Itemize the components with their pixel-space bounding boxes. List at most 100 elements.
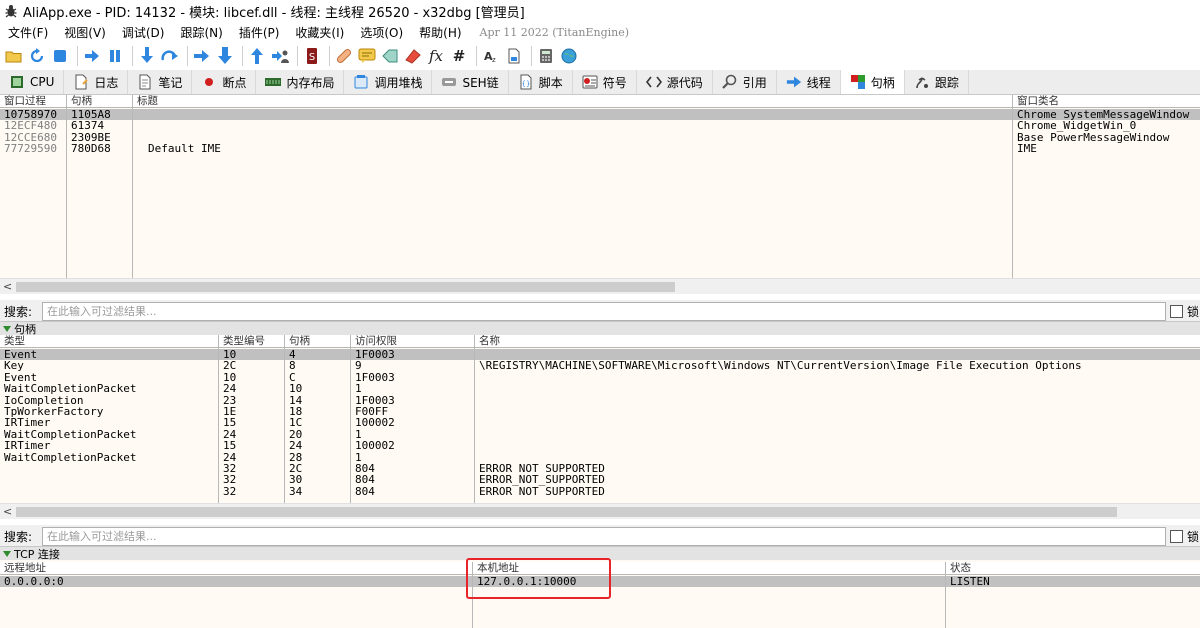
table-row[interactable]: IRTimer 15 1C 100002 xyxy=(0,417,1200,428)
collapse-arrow-icon[interactable] xyxy=(3,325,11,332)
menu-trace[interactable]: 跟踪(N) xyxy=(172,24,230,41)
cell-access: 1F0003 xyxy=(355,371,395,384)
table-row[interactable]: TpWorkerFactory 1E 18 F00FF xyxy=(0,406,1200,417)
step-into-icon[interactable] xyxy=(137,46,157,66)
table-row[interactable]: Key 2C 8 9 \REGISTRY\MACHINE\SOFTWARE\Micros… xyxy=(0,360,1200,371)
column-header-handle[interactable]: 句柄 xyxy=(285,335,351,348)
tab-log[interactable]: 日志 xyxy=(64,70,129,94)
cell-name xyxy=(475,406,1200,417)
table-row[interactable]: 32 2C 804 ERROR_NOT_SUPPORTED xyxy=(0,463,1200,474)
column-header-state[interactable]: 状态 xyxy=(946,562,1200,575)
comment-icon[interactable] xyxy=(357,46,377,66)
cell-type: IoCompletion xyxy=(4,394,84,406)
search-input-handles[interactable]: 在此输入可过滤结果... xyxy=(42,526,1166,546)
table-row[interactable]: 12ECF480 61374 Chrome_WidgetWin_0 xyxy=(0,120,1200,131)
trace-over-icon[interactable] xyxy=(215,46,235,66)
column-header-handle[interactable]: 句柄 xyxy=(67,95,133,108)
column-header-name[interactable]: 名称 xyxy=(475,335,1200,348)
menu-favourites[interactable]: 收藏夹(I) xyxy=(287,24,352,41)
table-row[interactable]: WaitCompletionPacket 24 28 1 xyxy=(0,452,1200,463)
column-header-remote-address[interactable]: 远程地址 xyxy=(0,562,473,575)
lock-checkbox[interactable] xyxy=(1170,304,1183,318)
execute-till-return-icon[interactable] xyxy=(247,46,267,66)
seh-icon xyxy=(441,74,457,90)
cell-handle: 10 xyxy=(289,383,303,395)
tab-threads[interactable]: 线程 xyxy=(777,70,841,94)
tab-label: 日志 xyxy=(94,75,119,90)
hash-icon[interactable]: # xyxy=(449,46,469,66)
trace-into-icon[interactable] xyxy=(192,46,212,66)
column-header-access[interactable]: 访问权限 xyxy=(351,335,475,348)
table-row[interactable]: 77729590 780D68 Default IME IME xyxy=(0,143,1200,154)
pause-icon[interactable] xyxy=(105,46,125,66)
tab-seh-chain[interactable]: SEH链 xyxy=(432,70,509,94)
table-row[interactable]: IoCompletion 23 14 1F0003 xyxy=(0,395,1200,406)
handles-table-scrollbar[interactable]: < xyxy=(0,503,1200,519)
tab-cpu[interactable]: CPU xyxy=(0,70,65,94)
function-icon[interactable]: fx xyxy=(426,46,446,66)
table-row[interactable]: 32 34 804 ERROR_NOT_SUPPORTED xyxy=(0,486,1200,497)
table-row[interactable]: Event 10 4 1F0003 xyxy=(0,349,1200,361)
tab-source[interactable]: 源代码 xyxy=(637,70,713,94)
cell-handle: 20 xyxy=(289,428,303,441)
menu-file[interactable]: 文件(F) xyxy=(0,24,56,41)
cell-type: Key xyxy=(4,360,24,372)
cell-type-number: 32 xyxy=(223,474,237,486)
tab-breakpoints[interactable]: 断点 xyxy=(192,70,257,94)
tab-trace[interactable]: 跟踪 xyxy=(905,70,969,94)
scroll-left-icon[interactable]: < xyxy=(3,280,12,293)
table-row[interactable]: WaitCompletionPacket 24 20 1 xyxy=(0,429,1200,440)
font-icon[interactable]: Az xyxy=(481,46,501,66)
menu-plugins[interactable]: 插件(P) xyxy=(231,24,288,41)
toolbar-separator xyxy=(531,46,532,66)
handles-section-title[interactable]: 句柄 xyxy=(0,321,1200,336)
column-header-window-proc[interactable]: 窗口过程 xyxy=(0,95,67,108)
menu-help[interactable]: 帮助(H) xyxy=(411,24,469,41)
search-input-windows[interactable]: 在此输入可过滤结果... xyxy=(42,301,1166,321)
column-header-type[interactable]: 类型 xyxy=(0,335,219,348)
tab-call-stack[interactable]: 调用堆栈 xyxy=(344,70,433,94)
column-header-title[interactable]: 标题 xyxy=(133,95,1013,108)
scrollbar-thumb[interactable] xyxy=(16,507,1117,517)
handles-icon xyxy=(850,74,866,90)
label-icon[interactable] xyxy=(380,46,400,66)
run-to-user-code-icon[interactable] xyxy=(270,46,290,66)
calculator-icon[interactable] xyxy=(536,46,556,66)
file-icon[interactable] xyxy=(504,46,524,66)
open-icon[interactable] xyxy=(4,46,24,66)
table-row[interactable]: 32 30 804 ERROR_NOT_SUPPORTED xyxy=(0,474,1200,485)
tab-handles[interactable]: 句柄 xyxy=(840,70,905,94)
windows-table-scrollbar[interactable]: < xyxy=(0,278,1200,294)
table-row[interactable]: 12CCE680 2309BE Base_PowerMessageWindow xyxy=(0,132,1200,143)
table-row[interactable]: WaitCompletionPacket 24 10 1 xyxy=(0,383,1200,394)
tab-script[interactable]: {} 脚本 xyxy=(509,70,573,94)
lock-label: 锁 xyxy=(1187,529,1200,544)
tab-memory-map[interactable]: 内存布局 xyxy=(256,70,345,94)
tab-symbols[interactable]: 符号 xyxy=(573,70,637,94)
collapse-arrow-icon[interactable] xyxy=(3,550,11,557)
table-row[interactable]: IRTimer 15 24 100002 xyxy=(0,440,1200,451)
stop-icon[interactable] xyxy=(50,46,70,66)
table-row[interactable]: Event 10 C 1F0003 xyxy=(0,372,1200,383)
scrollbar-thumb[interactable] xyxy=(16,282,675,292)
restart-icon[interactable] xyxy=(27,46,47,66)
menu-debug[interactable]: 调试(D) xyxy=(114,24,173,41)
globe-icon[interactable] xyxy=(559,46,579,66)
bookmark-icon[interactable] xyxy=(403,46,423,66)
tab-references[interactable]: 引用 xyxy=(713,70,777,94)
column-header-type-number[interactable]: 类型编号 xyxy=(219,335,285,348)
menu-options[interactable]: 选项(O) xyxy=(352,24,411,41)
scylla-icon[interactable]: S xyxy=(302,46,322,66)
patch-icon[interactable] xyxy=(334,46,354,66)
column-header-class[interactable]: 窗口类名 xyxy=(1013,95,1200,108)
handles-table-header: 类型 类型编号 句柄 访问权限 名称 xyxy=(0,335,1200,348)
run-icon[interactable] xyxy=(82,46,102,66)
lock-checkbox[interactable] xyxy=(1170,529,1183,543)
menu-view[interactable]: 视图(V) xyxy=(56,24,114,41)
table-row[interactable]: 10758970 1105A8 Chrome_SystemMessageWind… xyxy=(0,109,1200,121)
cell-window-proc: 77729590 xyxy=(4,143,57,155)
tab-notes[interactable]: 笔记 xyxy=(128,70,193,94)
step-over-icon[interactable] xyxy=(160,46,180,66)
tab-label: 内存布局 xyxy=(286,75,335,90)
scroll-left-icon[interactable]: < xyxy=(3,505,12,518)
